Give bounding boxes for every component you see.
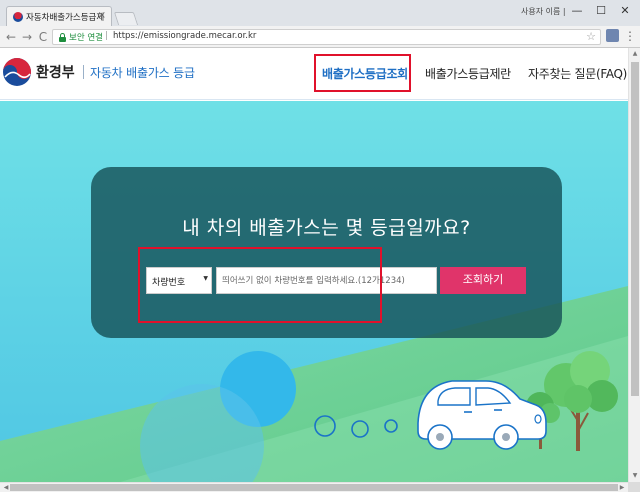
tab-close-icon[interactable]: × <box>98 10 106 22</box>
site-title[interactable]: 자동차 배출가스 등급 <box>90 64 195 81</box>
horizontal-scroll-thumb[interactable] <box>10 484 618 491</box>
nav-highlight-box <box>314 54 411 92</box>
scroll-down-icon[interactable]: ▼ <box>629 472 640 479</box>
user-label[interactable]: 사용자 이름 | <box>521 6 566 17</box>
star-icon[interactable]: ☆ <box>586 30 596 44</box>
minimize-icon[interactable]: — <box>566 2 588 20</box>
secure-label: 보안 연결 <box>69 33 103 43</box>
scroll-up-icon[interactable]: ▲ <box>629 50 640 57</box>
favicon-icon <box>13 12 23 22</box>
site-header: 환경부 자동차 배출가스 등급 배출가스등급조회 배출가스등급제란 자주찾는 질… <box>0 48 628 100</box>
extension-icon[interactable] <box>606 29 619 42</box>
tab-title: 자동차배출가스등급제 <box>26 13 105 23</box>
scroll-right-icon[interactable]: ▶ <box>616 484 628 491</box>
scrollbar-corner <box>628 482 640 492</box>
vertical-scroll-thumb[interactable] <box>631 62 639 396</box>
new-tab-button[interactable] <box>113 12 139 25</box>
horizontal-scrollbar[interactable]: ◀ ▶ <box>0 482 628 492</box>
vertical-scrollbar[interactable]: ▲ ▼ <box>628 48 640 482</box>
forward-icon[interactable]: → <box>20 29 34 45</box>
browser-titlebar: 자동차배출가스등급제 × 사용자 이름 | — ☐ ✕ <box>0 0 640 26</box>
maximize-icon[interactable]: ☐ <box>590 2 612 20</box>
back-icon[interactable]: ← <box>4 29 18 45</box>
address-bar[interactable]: 보안 연결 | https://emissiongrade.mecar.or.k… <box>52 29 601 45</box>
lock-icon <box>59 33 66 42</box>
taegeuk-logo-icon[interactable] <box>2 57 32 87</box>
search-button[interactable]: 조회하기 <box>440 267 526 294</box>
ministry-name[interactable]: 환경부 <box>36 62 75 82</box>
url-text[interactable]: https://emissiongrade.mecar.or.kr <box>113 31 256 41</box>
reload-icon[interactable]: C <box>36 29 50 45</box>
search-highlight-box <box>138 247 382 323</box>
nav-item-grade-system[interactable]: 배출가스등급제란 <box>425 65 511 82</box>
logo-divider <box>83 65 84 79</box>
browser-toolbar: ← → C 보안 연결 | https://emissiongrade.meca… <box>0 26 640 48</box>
hero-headline: 내 차의 배출가스는 몇 등급일까요? <box>182 217 471 239</box>
kebab-menu-icon[interactable]: ⋮ <box>624 28 636 44</box>
url-separator: | <box>105 31 108 41</box>
close-window-icon[interactable]: ✕ <box>614 2 636 20</box>
nav-item-faq[interactable]: 자주찾는 질문(FAQ) <box>528 65 627 82</box>
browser-tab[interactable]: 자동차배출가스등급제 × <box>6 6 112 26</box>
